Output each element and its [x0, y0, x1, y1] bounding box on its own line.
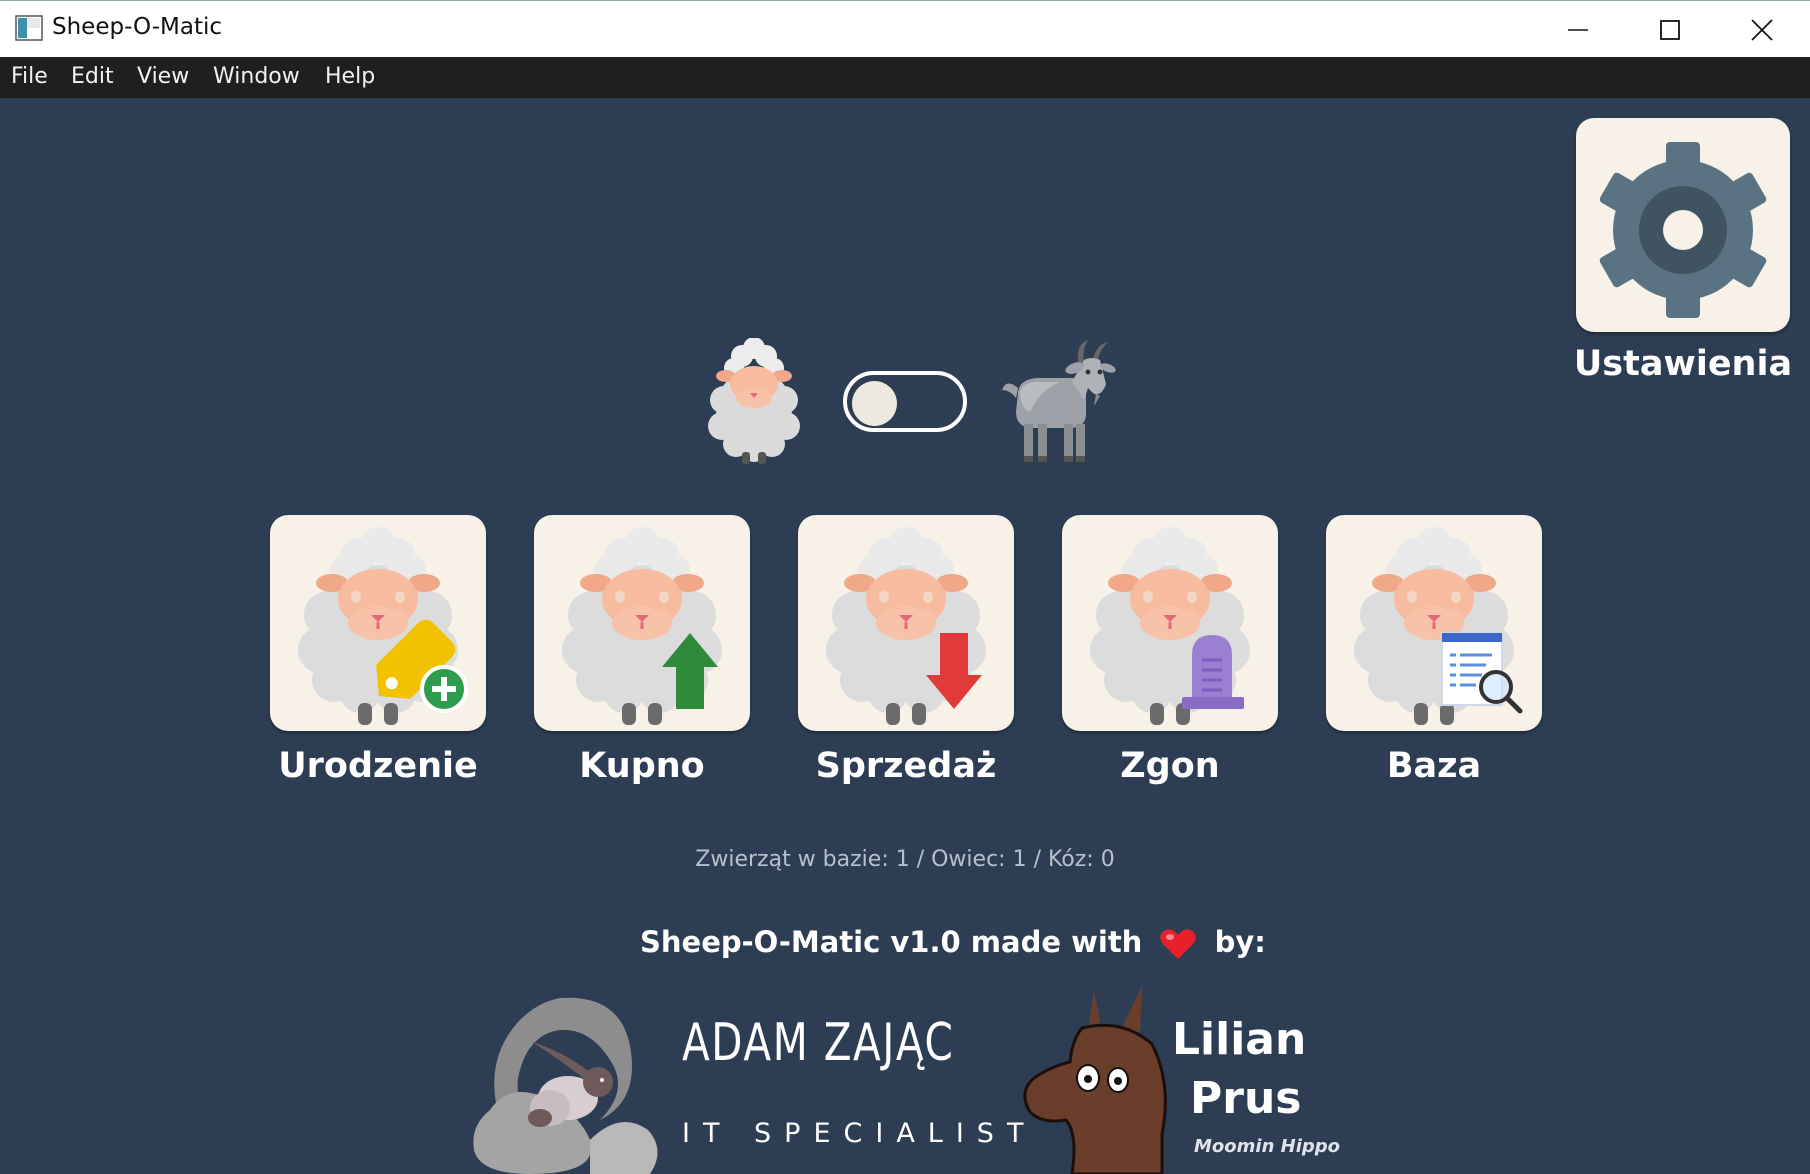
birth-button[interactable] [270, 515, 486, 731]
death-label: Zgon [1120, 746, 1220, 786]
author2-tagline: Moomin Hippo [1194, 1136, 1341, 1157]
sheep-death-icon [1088, 525, 1252, 727]
moomin-hippo-logo [1023, 986, 1167, 1174]
credits-line: Sheep-O-Matic v1.0 made with by: [640, 925, 1266, 960]
sheep-database-icon [1352, 525, 1523, 727]
author2-last-name: Prus [1190, 1073, 1302, 1124]
minimize-button[interactable] [1532, 1, 1624, 58]
maximize-button[interactable] [1624, 1, 1716, 58]
close-icon [1751, 18, 1773, 41]
buy-button[interactable] [534, 515, 750, 731]
credits-prefix: Sheep-O-Matic v1.0 made with [640, 925, 1143, 959]
gear-icon [1599, 142, 1767, 318]
toggle-knob [852, 381, 897, 426]
heart-icon [1160, 929, 1197, 959]
author1-name: ADAM ZAJĄC [682, 1013, 955, 1073]
close-button[interactable] [1716, 1, 1808, 58]
database-label: Baza [1386, 746, 1482, 786]
buy-label: Kupno [579, 746, 705, 786]
adam-zajac-logo [473, 997, 658, 1174]
sheep-sell-icon [824, 525, 988, 727]
sheep-icon [708, 338, 800, 464]
window-title: Sheep-O-Matic [52, 14, 223, 40]
credits-suffix: by: [1214, 925, 1266, 959]
title-bar: Sheep-O-Matic [0, 0, 1810, 57]
sell-label: Sprzedaż [815, 746, 997, 786]
menu-window[interactable]: Window [213, 64, 300, 89]
settings-label: Ustawienia [1573, 344, 1793, 384]
goat-icon [1002, 340, 1116, 462]
animal-stats: Zwierząt w bazie: 1 / Owiec: 1 / Kóz: 0 [695, 847, 1115, 872]
birth-label: Urodzenie [278, 746, 478, 786]
death-button[interactable] [1062, 515, 1278, 731]
author2-first-name: Lilian [1172, 1014, 1307, 1065]
sheep-buy-icon [560, 525, 724, 727]
maximize-icon [1660, 19, 1680, 40]
menu-view[interactable]: View [137, 64, 189, 89]
sheep-birth-icon [296, 525, 468, 727]
app-icon [15, 15, 43, 41]
menu-edit[interactable]: Edit [71, 64, 114, 89]
sell-button[interactable] [798, 515, 1014, 731]
menu-file[interactable]: File [11, 64, 48, 89]
database-button[interactable] [1326, 515, 1542, 731]
settings-button[interactable] [1576, 118, 1790, 332]
author1-role: IT SPECIALIST [682, 1118, 1037, 1149]
menu-help[interactable]: Help [325, 64, 375, 89]
minimize-icon [1568, 28, 1588, 31]
menu-bar: File Edit View Window Help [0, 57, 1810, 98]
animal-type-toggle[interactable] [843, 371, 967, 432]
